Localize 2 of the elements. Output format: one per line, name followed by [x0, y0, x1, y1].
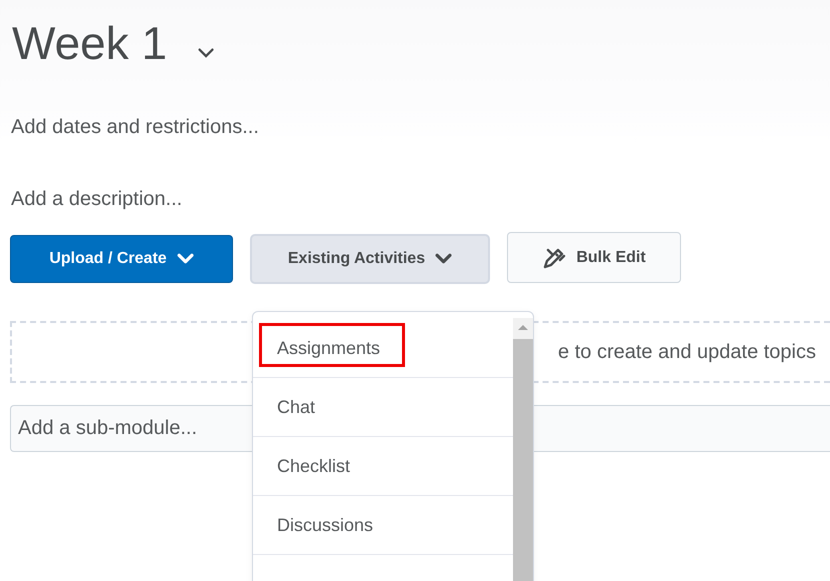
module-title: Week 1	[12, 16, 168, 70]
drop-zone-text: e to create and update topics	[558, 340, 816, 364]
